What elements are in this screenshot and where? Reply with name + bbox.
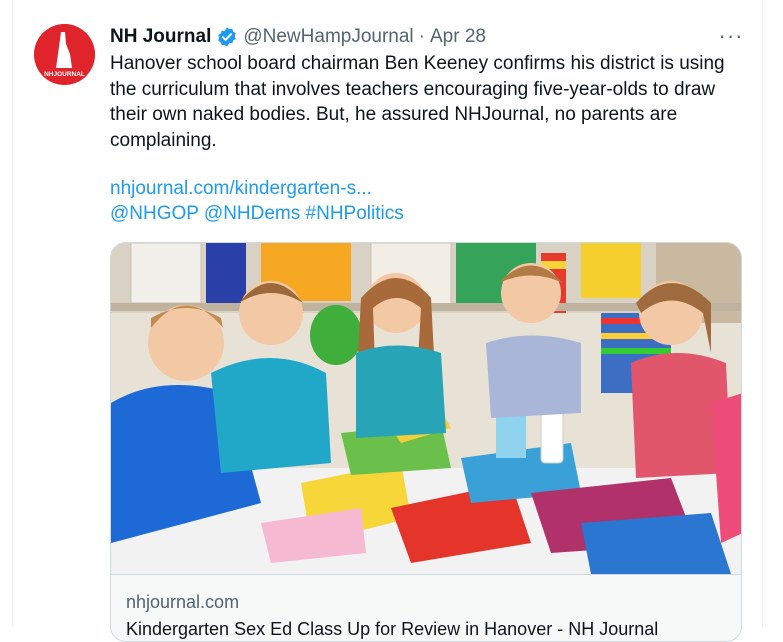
tweet-tags: @NHGOP @NHDems #NHPolitics <box>110 201 404 226</box>
mention-nhgop[interactable]: @NHGOP <box>110 203 199 224</box>
mention-nhdems[interactable]: @NHDems <box>204 203 300 224</box>
card-image[interactable] <box>111 243 741 574</box>
avatar[interactable]: NHJOURNAL <box>34 24 95 85</box>
timeline-border-left <box>12 0 13 627</box>
tweet-text: Hanover school board chairman Ben Keeney… <box>110 53 725 151</box>
tweet-link[interactable]: nhjournal.com/kindergarten-s... <box>110 176 372 201</box>
tweet[interactable]: NHJOURNAL NH Journal @NewHampJournal · A… <box>0 0 783 642</box>
author-handle[interactable]: @NewHampJournal <box>243 26 413 48</box>
svg-text:NHJOURNAL: NHJOURNAL <box>44 71 85 78</box>
card-domain: nhjournal.com <box>126 592 240 612</box>
verified-badge-icon <box>218 27 237 47</box>
tweet-header: NH Journal @NewHampJournal · Apr 28 <box>110 24 486 50</box>
nh-journal-logo-icon: NHJOURNAL <box>34 24 95 85</box>
link-preview-card[interactable]: nhjournal.com Kindergarten Sex Ed Class … <box>110 242 742 642</box>
separator-dot: · <box>418 26 425 47</box>
tweet-date[interactable]: Apr 28 <box>430 26 486 48</box>
classroom-photo-image <box>111 243 741 574</box>
card-meta[interactable]: nhjournal.com Kindergarten Sex Ed Class … <box>111 574 741 641</box>
hashtag-nhpolitics[interactable]: #NHPolitics <box>306 203 404 224</box>
timeline-border-right <box>762 0 763 627</box>
author-name[interactable]: NH Journal <box>110 26 211 48</box>
more-options-icon[interactable]: ··· <box>718 23 744 48</box>
card-title: Kindergarten Sex Ed Class Up for Review … <box>126 619 659 639</box>
